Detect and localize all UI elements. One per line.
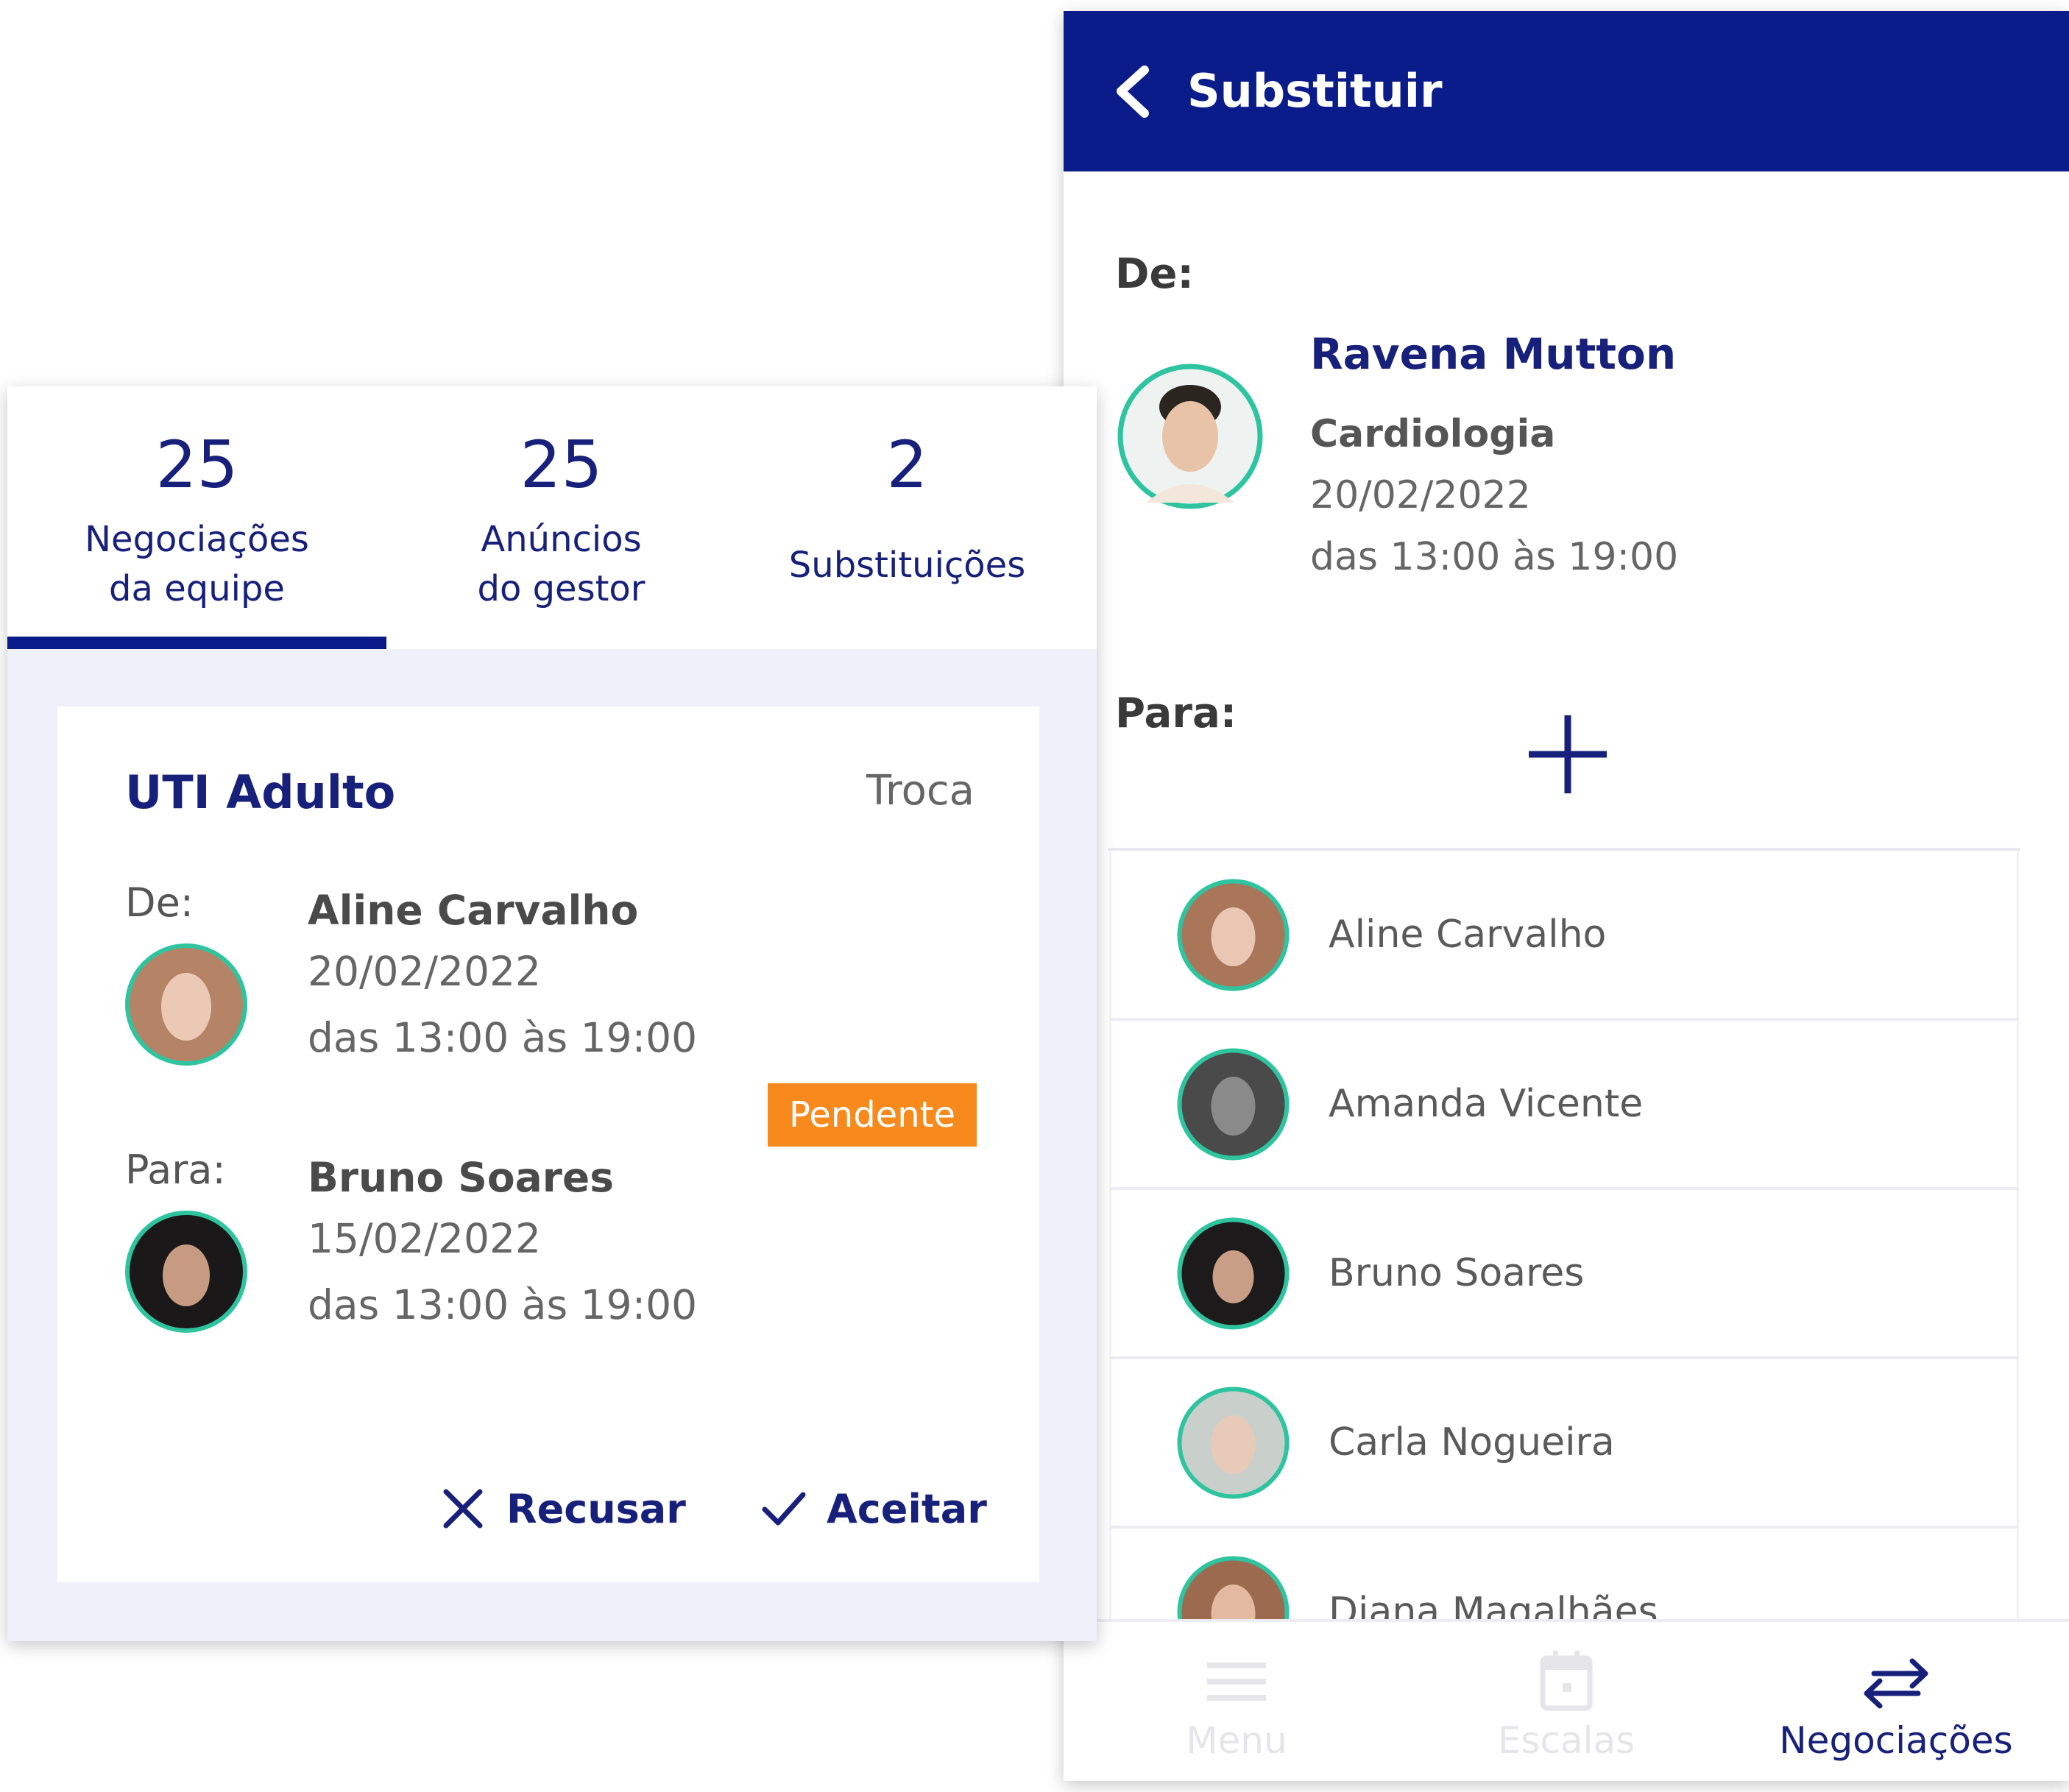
decline-button[interactable]: Recusar: [440, 1476, 686, 1542]
nav-label: Escalas: [1497, 1719, 1635, 1762]
nav-item-negociacoes[interactable]: Negociações: [1734, 1622, 2058, 1781]
tab-count: 25: [155, 427, 238, 503]
tab-label: Anúncios: [481, 519, 642, 560]
status-badge: Pendente: [768, 1083, 977, 1147]
accept-label: Aceitar: [827, 1485, 987, 1532]
close-icon: [443, 1489, 483, 1529]
tab-anuncios-gestor[interactable]: 25 Anúncios do gestor: [372, 386, 751, 649]
avatar: [1177, 1217, 1290, 1329]
from-name: Ravena Mutton: [1310, 329, 1677, 379]
nav-label: Menu: [1186, 1719, 1287, 1762]
nav-label: Negociações: [1779, 1719, 2013, 1762]
people-list: Aline Carvalho Amanda Vicente Bruno Soar…: [1109, 851, 2019, 1698]
substituir-screen: Substituir De: Ravena Mutton Cardiologia…: [1064, 11, 2069, 1781]
list-item[interactable]: Bruno Soares: [1109, 1190, 2019, 1359]
from-label: De:: [125, 879, 194, 926]
tab-count: 25: [520, 427, 603, 503]
from-label: De:: [1115, 250, 1194, 298]
tab-label: Negociações: [85, 519, 309, 560]
swap-arrows-icon: [1864, 1658, 1928, 1709]
page-title: Substituir: [1187, 64, 1443, 118]
person-name: Carla Nogueira: [1329, 1420, 1615, 1465]
from-time: das 13:00 às 19:00: [1310, 535, 1679, 579]
avatar: [125, 1211, 247, 1333]
to-label: Para:: [1115, 690, 1237, 737]
accept-button[interactable]: Aceitar: [760, 1476, 987, 1542]
app-bar: Substituir: [1064, 11, 2069, 171]
avatar: [1117, 364, 1263, 509]
back-chevron-icon[interactable]: [1108, 64, 1159, 119]
avatar: [1177, 1387, 1290, 1498]
tab-label: da equipe: [109, 568, 285, 609]
person-name: Amanda Vicente: [1329, 1082, 1644, 1126]
tab-substituicoes[interactable]: 2 Substituições: [718, 386, 1097, 649]
divider: [1108, 848, 2020, 851]
check-icon: [762, 1492, 806, 1526]
list-item[interactable]: Amanda Vicente: [1109, 1021, 2019, 1190]
from-date: 20/02/2022: [1310, 473, 1531, 517]
to-time: das 13:00 às 19:00: [308, 1281, 698, 1328]
from-date: 20/02/2022: [308, 948, 542, 995]
avatar: [1177, 879, 1290, 991]
tab-count: 2: [886, 427, 928, 503]
tab-negociacoes-equipe[interactable]: 25 Negociações da equipe: [7, 386, 386, 649]
bottom-nav: Menu Escalas Negociações: [1064, 1619, 2069, 1781]
list-item[interactable]: Aline Carvalho: [1109, 851, 2019, 1021]
to-label: Para:: [125, 1147, 226, 1193]
nav-item-escalas[interactable]: Escalas: [1404, 1622, 1728, 1781]
card-title: UTI Adulto: [125, 765, 396, 819]
add-icon[interactable]: [1527, 714, 1608, 795]
nav-item-menu[interactable]: Menu: [1075, 1622, 1398, 1781]
list-item[interactable]: Carla Nogueira: [1109, 1359, 2019, 1529]
active-tab-indicator: [7, 637, 386, 649]
tab-label: do gestor: [477, 568, 646, 609]
to-date: 15/02/2022: [308, 1215, 542, 1262]
from-specialty: Cardiologia: [1310, 412, 1556, 456]
negociacoes-panel: 25 Negociações da equipe 25 Anúncios do …: [7, 386, 1097, 1641]
to-name: Bruno Soares: [308, 1154, 614, 1201]
from-name: Aline Carvalho: [308, 887, 639, 934]
negotiation-card: UTI Adulto Troca De: Aline Carvalho 20/0…: [57, 706, 1039, 1582]
from-time: das 13:00 às 19:00: [308, 1014, 698, 1061]
card-type: Troca: [866, 767, 975, 815]
avatar: [125, 943, 247, 1066]
calendar-icon: [1540, 1651, 1593, 1711]
person-name: Bruno Soares: [1329, 1251, 1585, 1295]
person-name: Aline Carvalho: [1329, 913, 1607, 957]
decline-label: Recusar: [506, 1485, 686, 1532]
tab-bar: 25 Negociações da equipe 25 Anúncios do …: [7, 386, 1097, 649]
menu-icon: [1207, 1662, 1266, 1701]
tab-label: Substituições: [788, 545, 1026, 586]
avatar: [1177, 1048, 1290, 1160]
